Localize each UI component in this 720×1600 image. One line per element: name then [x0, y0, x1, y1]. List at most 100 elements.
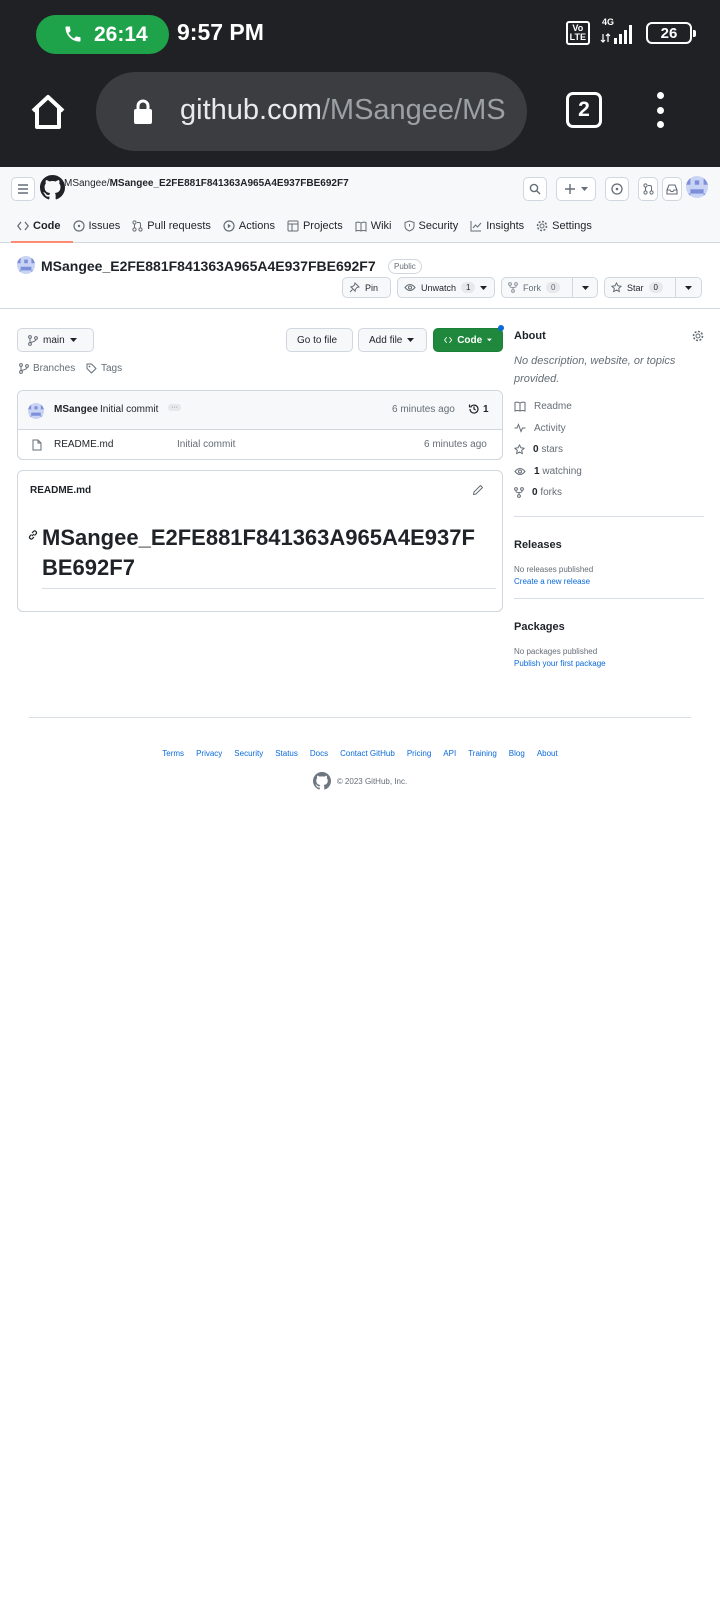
footer-link[interactable]: Pricing — [407, 749, 431, 758]
star-dropdown-button[interactable] — [675, 277, 702, 298]
breadcrumb-repo[interactable]: MSangee_E2FE881F841363A965A4E937FBE692F7 — [110, 178, 349, 189]
unwatch-button[interactable]: Unwatch 1 — [397, 277, 495, 298]
pull-request-icon — [642, 183, 654, 195]
create-new-button[interactable] — [556, 177, 596, 201]
footer-link[interactable]: Status — [275, 749, 298, 758]
commit-author[interactable]: MSangee — [54, 404, 98, 415]
fork-icon — [508, 282, 518, 293]
anchor-link[interactable] — [27, 529, 39, 541]
watching-link[interactable]: 1 watching — [514, 461, 704, 483]
link-icon — [28, 530, 38, 540]
branch-selector[interactable]: main — [17, 328, 94, 352]
fork-count: 0 — [546, 282, 561, 293]
footer-divider — [29, 717, 691, 718]
issues-button[interactable] — [605, 177, 629, 201]
fork-icon — [514, 487, 524, 499]
add-file-label: Add file — [369, 334, 403, 346]
footer-link[interactable]: Contact GitHub — [340, 749, 395, 758]
issue-icon — [611, 183, 623, 195]
publish-package-link[interactable]: Publish your first package — [514, 659, 704, 668]
tab-issues[interactable]: Issues — [67, 210, 127, 242]
tags-label: Tags — [101, 363, 123, 374]
book-icon — [514, 401, 526, 412]
owner-avatar[interactable] — [17, 256, 35, 274]
github-mark-icon[interactable] — [312, 772, 331, 790]
footer-link[interactable]: Privacy — [196, 749, 222, 758]
footer-link[interactable]: Docs — [310, 749, 328, 758]
visibility-badge: Public — [388, 259, 422, 274]
pin-icon — [349, 282, 360, 293]
tab-label: Issues — [88, 220, 121, 232]
tab-code[interactable]: Code — [11, 210, 72, 243]
file-name[interactable]: README.md — [54, 439, 113, 450]
ongoing-call-chip[interactable]: 26:14 — [36, 15, 169, 54]
commit-time: 6 minutes ago — [392, 404, 455, 415]
edit-readme-button[interactable] — [472, 484, 484, 496]
forks-count: 0 — [532, 487, 538, 499]
branch-name: main — [43, 334, 65, 346]
releases-title[interactable]: Releases — [514, 539, 704, 551]
forks-link[interactable]: 0 forks — [514, 482, 704, 504]
create-release-link[interactable]: Create a new release — [514, 577, 704, 586]
footer-copyright: © 2023 GitHub, Inc. — [0, 772, 720, 790]
branches-link[interactable]: Branches — [19, 363, 75, 374]
commit-author-avatar[interactable] — [28, 403, 44, 419]
table-icon — [287, 220, 299, 232]
footer-link[interactable]: Security — [234, 749, 263, 758]
tags-link[interactable]: Tags — [86, 363, 122, 374]
go-to-file-button[interactable]: Go to file — [286, 328, 353, 352]
github-logo[interactable] — [40, 175, 65, 200]
footer-link[interactable]: About — [537, 749, 558, 758]
inbox-button[interactable] — [662, 177, 682, 201]
tab-actions[interactable]: Actions — [217, 210, 281, 242]
code-icon — [17, 221, 29, 231]
home-button[interactable] — [28, 92, 68, 132]
fork-dropdown-button[interactable] — [572, 277, 598, 298]
go-to-file-label: Go to file — [297, 334, 338, 346]
table-row[interactable]: README.md Initial commit 6 minutes ago — [18, 430, 502, 459]
pull-requests-button[interactable] — [638, 177, 658, 201]
file-commit-message[interactable]: Initial commit — [177, 439, 235, 450]
footer-link[interactable]: API — [443, 749, 456, 758]
tab-switcher-button[interactable]: 2 — [566, 92, 602, 128]
url-text: github.com/MSangee/MS — [180, 94, 506, 127]
footer-link[interactable]: Terms — [162, 749, 184, 758]
repo-name[interactable]: MSangee_E2FE881F841363A965A4E937FBE692F7 — [41, 258, 376, 274]
tab-security[interactable]: Security — [398, 210, 465, 242]
pulse-icon — [514, 423, 526, 434]
code-button[interactable]: Code — [433, 328, 503, 352]
packages-title[interactable]: Packages — [514, 621, 704, 633]
activity-link[interactable]: Activity — [514, 418, 704, 440]
readme-link[interactable]: Readme — [514, 396, 704, 418]
tab-projects[interactable]: Projects — [281, 210, 349, 242]
caret-down-icon — [69, 338, 77, 342]
shield-icon — [404, 220, 414, 232]
commit-expand-button[interactable]: ··· — [168, 404, 181, 411]
star-button[interactable]: Star 0 — [604, 277, 676, 298]
tab-pull-requests[interactable]: Pull requests — [126, 210, 217, 242]
pin-button[interactable]: Pin — [342, 277, 391, 298]
add-file-button[interactable]: Add file — [358, 328, 427, 352]
breadcrumb-owner[interactable]: MSangee — [64, 178, 107, 189]
avatar[interactable] — [686, 176, 708, 198]
stars-link[interactable]: 0 stars — [514, 439, 704, 461]
commit-count: 1 — [483, 403, 489, 415]
about-settings-button[interactable] — [692, 330, 704, 342]
footer-link[interactable]: Training — [468, 749, 497, 758]
fork-button[interactable]: Fork 0 — [501, 277, 573, 298]
tab-wiki[interactable]: Wiki — [349, 210, 398, 242]
search-button[interactable] — [523, 177, 547, 201]
commit-message[interactable]: Initial commit — [100, 404, 158, 415]
about-title: About — [514, 330, 546, 342]
tab-insights[interactable]: Insights — [464, 210, 530, 242]
browser-menu-button[interactable] — [654, 92, 666, 128]
footer-link[interactable]: Blog — [509, 749, 525, 758]
tab-settings[interactable]: Settings — [530, 210, 598, 242]
caret-down-icon — [407, 338, 415, 342]
packages-empty: No packages published — [514, 646, 598, 656]
star-count: 0 — [648, 282, 663, 293]
commit-history-link[interactable]: 1 — [468, 403, 489, 415]
lock-icon — [134, 99, 152, 124]
address-bar[interactable]: github.com/MSangee/MS — [96, 72, 527, 151]
hamburger-button[interactable] — [11, 177, 35, 201]
